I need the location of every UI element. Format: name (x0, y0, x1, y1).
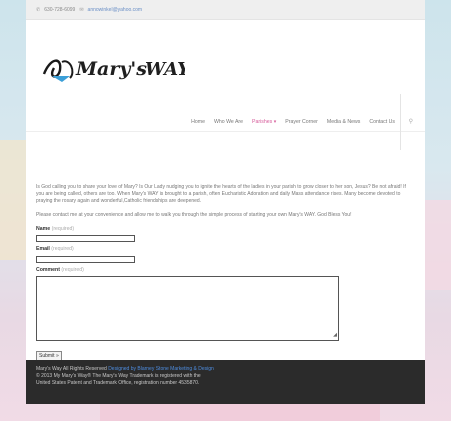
site-footer: Mary's Way All Rights Reserved Designed … (26, 360, 425, 404)
nav-item-who-we-are[interactable]: Who We Are (214, 119, 243, 125)
nav-divider (400, 94, 401, 150)
nav-item-contact-us[interactable]: Contact Us (369, 119, 395, 125)
svg-text:Mary's: Mary's (75, 58, 147, 80)
comment-label: Comment (required) (36, 266, 84, 273)
name-label: Name (required) (36, 226, 75, 232)
nav-item-media-news[interactable]: Media & News (327, 119, 360, 125)
comment-field-group: Comment (required) ◢ (36, 267, 414, 341)
name-input[interactable] (36, 235, 135, 243)
email-field-group: Email (required) (36, 246, 414, 263)
background-cloud (100, 403, 380, 421)
main-content: Is God calling you to share your love of… (26, 132, 425, 362)
comment-textarea[interactable]: ◢ (36, 275, 339, 341)
top-contact-bar: ✆ 630-728-6099 ✉ annowinkel@yahoo.com (26, 0, 425, 20)
email-input[interactable] (36, 255, 135, 263)
nav-item-home[interactable]: Home (191, 119, 205, 125)
nav-item-parishes[interactable]: Parishes ▾ (252, 119, 276, 125)
background-cloud (423, 200, 451, 290)
contact-paragraph: Please contact me at your convenience an… (36, 212, 352, 218)
email-link[interactable]: annowinkel@yahoo.com (88, 7, 143, 13)
phone-icon: ✆ (36, 6, 41, 13)
intro-paragraph: Is God calling you to share your love of… (36, 184, 406, 204)
designer-link[interactable]: Designed by Blarney Stone Marketing & De… (108, 366, 214, 372)
nav-item-parishes-label: Parishes (252, 119, 273, 125)
search-icon[interactable]: ⚲ (409, 118, 413, 125)
name-field-group: Name (required) (36, 226, 414, 243)
footer-copyright: Mary's Way All Rights Reserved Designed … (36, 366, 214, 386)
chevron-down-icon: ▾ (273, 119, 277, 125)
resize-handle-icon[interactable]: ◢ (333, 332, 337, 339)
site-logo[interactable]: Mary's WAY (40, 48, 192, 88)
svg-text:WAY: WAY (145, 59, 185, 80)
main-nav: Home Who We Are Parishes ▾ Prayer Corner… (191, 119, 395, 125)
logo-graphic: Mary's WAY (42, 58, 192, 82)
nav-item-prayer-corner[interactable]: Prayer Corner (285, 119, 318, 125)
site-header: Mary's WAY Home Who We Are Parishes ▾ Pr… (26, 20, 425, 150)
email-label: Email (required) (36, 246, 74, 253)
page-container: ✆ 630-728-6099 ✉ annowinkel@yahoo.com Ma… (26, 0, 425, 404)
mail-icon: ✉ (79, 6, 84, 13)
phone-number: 630-728-6099 (44, 6, 76, 13)
